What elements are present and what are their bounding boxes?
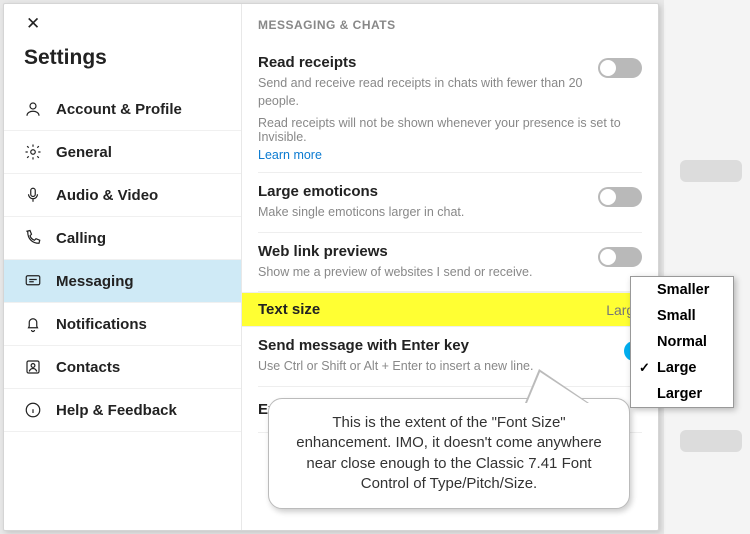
sidebar-item-label: Contacts — [56, 359, 120, 376]
dropdown-item-normal[interactable]: Normal — [631, 329, 733, 355]
large-emoticons-toggle[interactable] — [598, 187, 642, 207]
read-receipts-toggle[interactable] — [598, 58, 642, 78]
microphone-icon — [24, 186, 42, 204]
chat-icon — [24, 272, 42, 290]
text-size-dropdown: Smaller Small Normal Large Larger — [630, 276, 734, 408]
sidebar-item-account[interactable]: Account & Profile — [4, 88, 241, 131]
sidebar-item-general[interactable]: General — [4, 131, 241, 174]
person-icon — [24, 100, 42, 118]
dropdown-item-large[interactable]: Large — [631, 355, 733, 381]
gear-icon — [24, 143, 42, 161]
sidebar-item-label: Audio & Video — [56, 187, 158, 204]
sidebar-item-label: General — [56, 144, 112, 161]
sidebar-item-label: Calling — [56, 230, 106, 247]
sidebar-item-audiovideo[interactable]: Audio & Video — [4, 174, 241, 217]
annotation-callout: This is the extent of the "Font Size" en… — [268, 398, 630, 509]
setting-web-link-previews: Web link previews Show me a preview of w… — [258, 233, 642, 293]
setting-title: Send message with Enter key — [258, 337, 642, 354]
setting-title: Large emoticons — [258, 183, 642, 200]
setting-desc: Make single emoticons larger in chat. — [258, 204, 588, 222]
info-icon — [24, 401, 42, 419]
setting-title: Text size — [258, 301, 320, 318]
settings-nav: Account & Profile General Audio & Video … — [4, 88, 241, 432]
web-link-toggle[interactable] — [598, 247, 642, 267]
dropdown-item-larger[interactable]: Larger — [631, 381, 733, 407]
dropdown-item-small[interactable]: Small — [631, 303, 733, 329]
setting-title: Read receipts — [258, 54, 642, 71]
setting-read-receipts: Read receipts Send and receive read rece… — [258, 44, 642, 173]
sidebar-item-label: Account & Profile — [56, 101, 182, 118]
bell-icon — [24, 315, 42, 333]
sidebar-item-label: Notifications — [56, 316, 147, 333]
setting-text-size[interactable]: Text size Large — [242, 292, 658, 327]
sidebar-item-label: Help & Feedback — [56, 402, 177, 419]
sidebar-item-calling[interactable]: Calling — [4, 217, 241, 260]
section-header: MESSAGING & CHATS — [258, 16, 642, 44]
setting-title: Web link previews — [258, 243, 642, 260]
sidebar-item-messaging[interactable]: Messaging — [4, 260, 241, 303]
setting-desc: Send and receive read receipts in chats … — [258, 75, 588, 110]
page-title: Settings — [4, 42, 241, 88]
settings-sidebar: ✕ Settings Account & Profile General — [4, 4, 242, 530]
learn-more-link[interactable]: Learn more — [258, 148, 642, 162]
sidebar-item-notifications[interactable]: Notifications — [4, 303, 241, 346]
dropdown-item-smaller[interactable]: Smaller — [631, 277, 733, 303]
background-chat-strip — [664, 0, 750, 534]
sidebar-item-label: Messaging — [56, 273, 134, 290]
close-icon[interactable]: ✕ — [26, 14, 40, 33]
sidebar-item-contacts[interactable]: Contacts — [4, 346, 241, 389]
setting-note: Read receipts will not be shown whenever… — [258, 116, 642, 144]
setting-large-emoticons: Large emoticons Make single emoticons la… — [258, 173, 642, 233]
contacts-icon — [24, 358, 42, 376]
phone-icon — [24, 229, 42, 247]
setting-desc: Show me a preview of websites I send or … — [258, 264, 588, 282]
sidebar-item-help[interactable]: Help & Feedback — [4, 389, 241, 432]
